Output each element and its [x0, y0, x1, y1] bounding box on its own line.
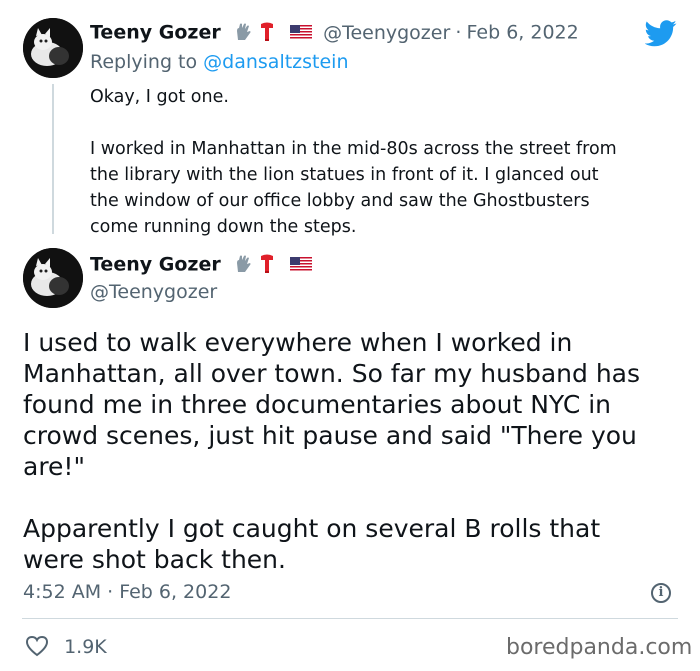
scarf-icon [259, 253, 275, 279]
like-count: 1.9K [64, 635, 107, 658]
reply-text-line: come running down the steps. [90, 217, 357, 237]
divider [22, 618, 678, 619]
glove-icon [234, 22, 254, 46]
reply-text-paragraph-1: Okay, I got one. [90, 87, 229, 107]
glove-icon [234, 254, 254, 278]
main-text-line: Apparently I got caught on several B rol… [23, 514, 601, 543]
reply-text-line: the library with the lion statues in fro… [90, 165, 599, 185]
watermark: boredpanda.com [506, 635, 693, 660]
main-text-line: are!" [23, 452, 85, 481]
author-handle[interactable]: @Teenygozer [323, 22, 450, 44]
main-text-line: I used to walk everywhere when I worked … [23, 328, 573, 357]
avatar-cat-image [23, 248, 83, 308]
tweet-date[interactable]: Feb 6, 2022 [467, 22, 579, 44]
reply-text-line: the window of our office lobby and saw t… [90, 191, 590, 211]
info-icon[interactable]: i [651, 583, 671, 603]
tweet-timestamp[interactable]: 4:52 AM · Feb 6, 2022 [23, 581, 231, 603]
thread-connector-line [52, 84, 54, 234]
author-name[interactable]: Teeny Gozer [90, 22, 221, 44]
reply-text-line: I worked in Manhattan in the mid-80s acr… [90, 139, 617, 159]
main-text-line: were shot back then. [23, 545, 286, 574]
us-flag-icon [289, 24, 312, 44]
main-text-line: crowd scenes, just hit pause and said "T… [23, 421, 637, 450]
replying-to-prefix: Replying to [90, 51, 204, 73]
scarf-icon [259, 21, 275, 47]
replying-to-handle[interactable]: @dansaltzstein [203, 51, 348, 73]
heart-icon [25, 635, 49, 661]
main-text-line: found me in three documentaries about NY… [23, 390, 612, 419]
replying-to-line: Replying to @dansaltzstein [90, 51, 349, 73]
avatar[interactable] [23, 18, 83, 78]
avatar[interactable] [23, 248, 83, 308]
reply-tweet-text: Okay, I got one. I worked in Manhattan i… [90, 84, 680, 240]
main-text-line: Manhattan, all over town. So far my husb… [23, 359, 641, 388]
reply-tweet-header: Teeny Gozer @Teenygozer · Feb 6, 2022 [90, 21, 579, 47]
author-name[interactable]: Teeny Gozer [90, 254, 221, 276]
main-tweet-header: Teeny Gozer [90, 253, 312, 279]
avatar-cat-image [23, 18, 83, 78]
main-tweet-text: I used to walk everywhere when I worked … [23, 327, 683, 575]
author-handle[interactable]: @Teenygozer [90, 281, 217, 303]
like-action[interactable]: 1.9K [25, 635, 107, 661]
header-separator: · [455, 21, 462, 44]
us-flag-icon [289, 256, 312, 276]
twitter-bird-icon[interactable] [644, 20, 677, 51]
